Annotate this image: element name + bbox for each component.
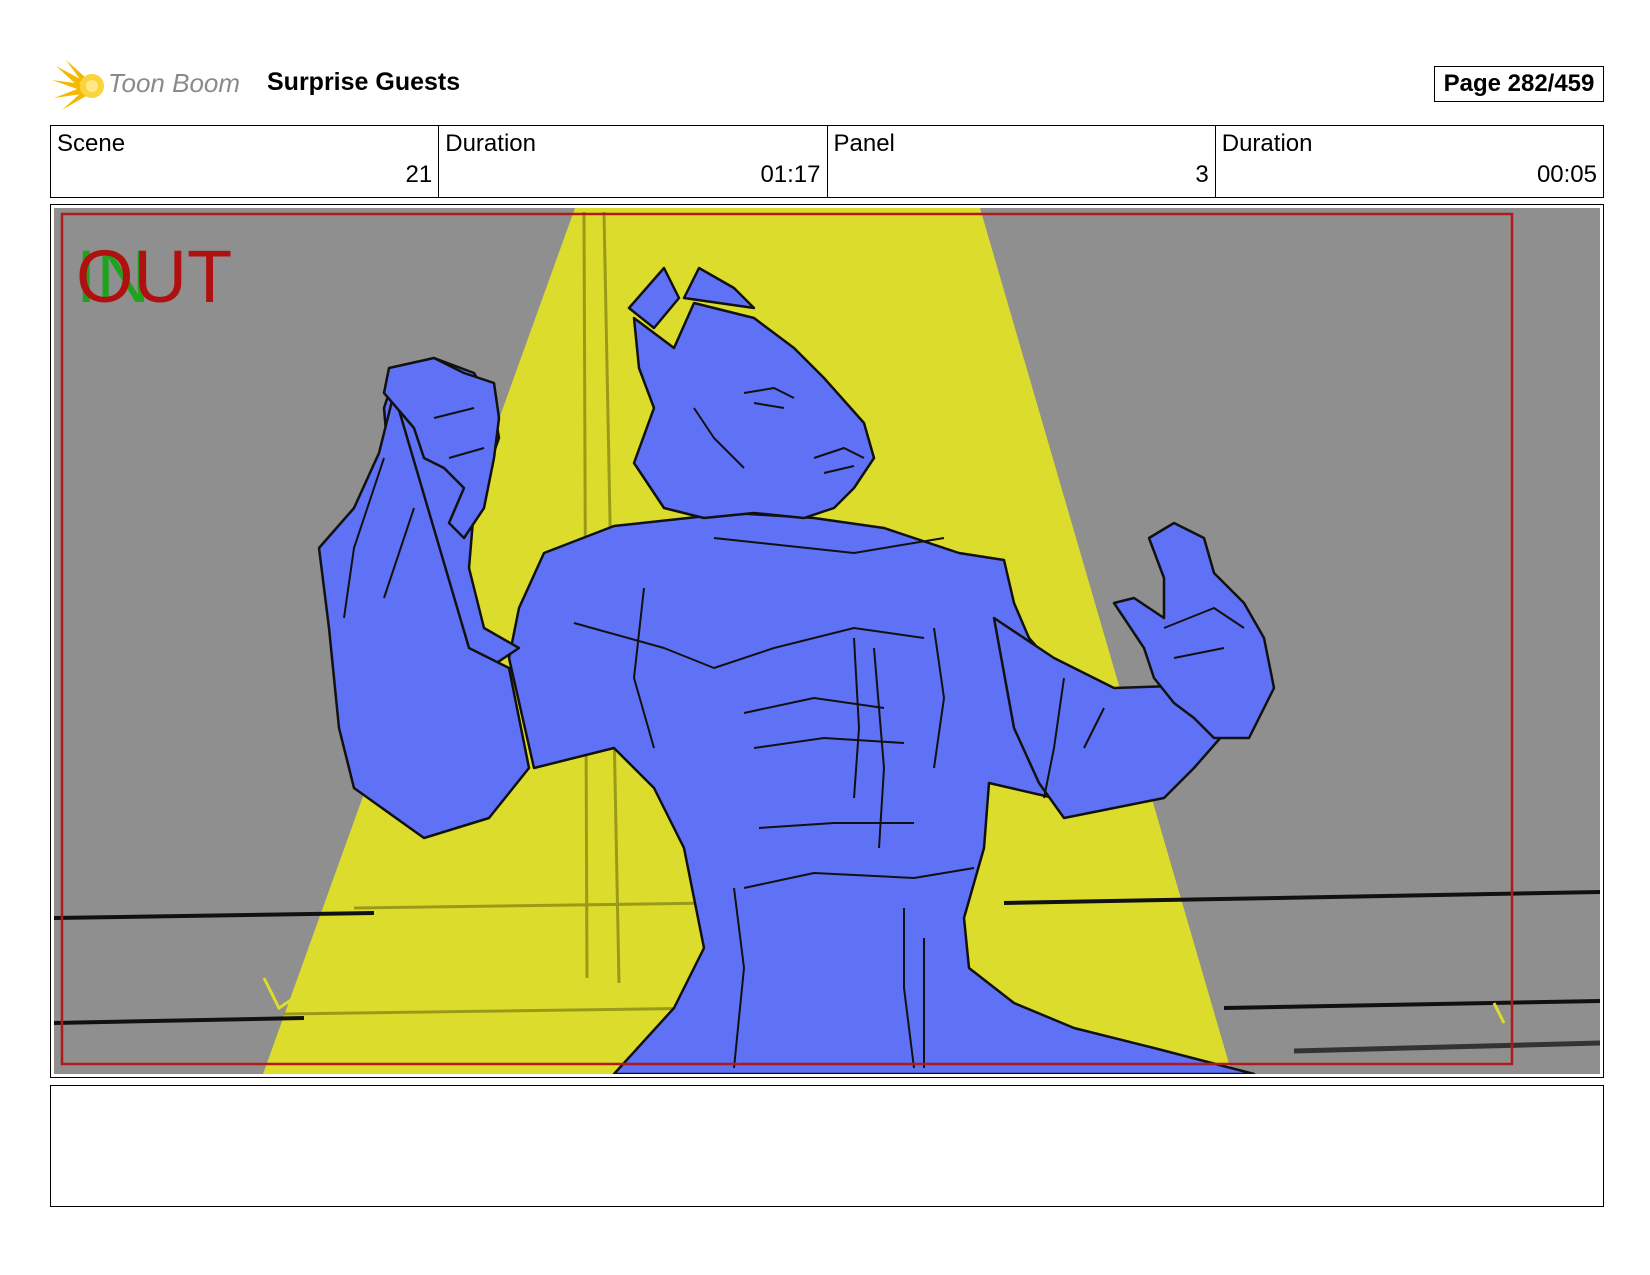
panel-label: Panel	[833, 130, 895, 157]
scene-info-table: Scene 21 Duration 01:17 Panel 3 Duration…	[50, 125, 1604, 198]
panel-duration-value: 00:05	[1536, 161, 1597, 188]
storyboard-panel: IN OUT	[50, 204, 1604, 1078]
scene-cell: Scene 21	[51, 126, 440, 197]
scene-label: Scene	[57, 130, 126, 157]
scene-duration-cell: Duration 01:17	[439, 126, 828, 197]
panel-duration-label: Duration	[1221, 130, 1313, 157]
starburst-icon	[52, 60, 104, 110]
scene-value: 21	[405, 161, 433, 188]
panel-cell: Panel 3	[828, 126, 1216, 197]
scene-duration-value: 01:17	[760, 161, 821, 188]
document-title: Surprise Guests	[267, 68, 461, 96]
out-marker: OUT	[76, 235, 232, 318]
toon-boom-logo: Toon Boom	[52, 58, 252, 112]
panel-notes-box	[50, 1085, 1604, 1207]
scene-duration-label: Duration	[445, 130, 536, 157]
page-indicator: Page 282/459	[1434, 66, 1604, 102]
panel-artwork: IN OUT	[54, 208, 1600, 1074]
panel-duration-cell: Duration 00:05	[1216, 126, 1603, 197]
logo-text: Toon Boom	[108, 68, 241, 98]
panel-value: 3	[1195, 161, 1209, 188]
